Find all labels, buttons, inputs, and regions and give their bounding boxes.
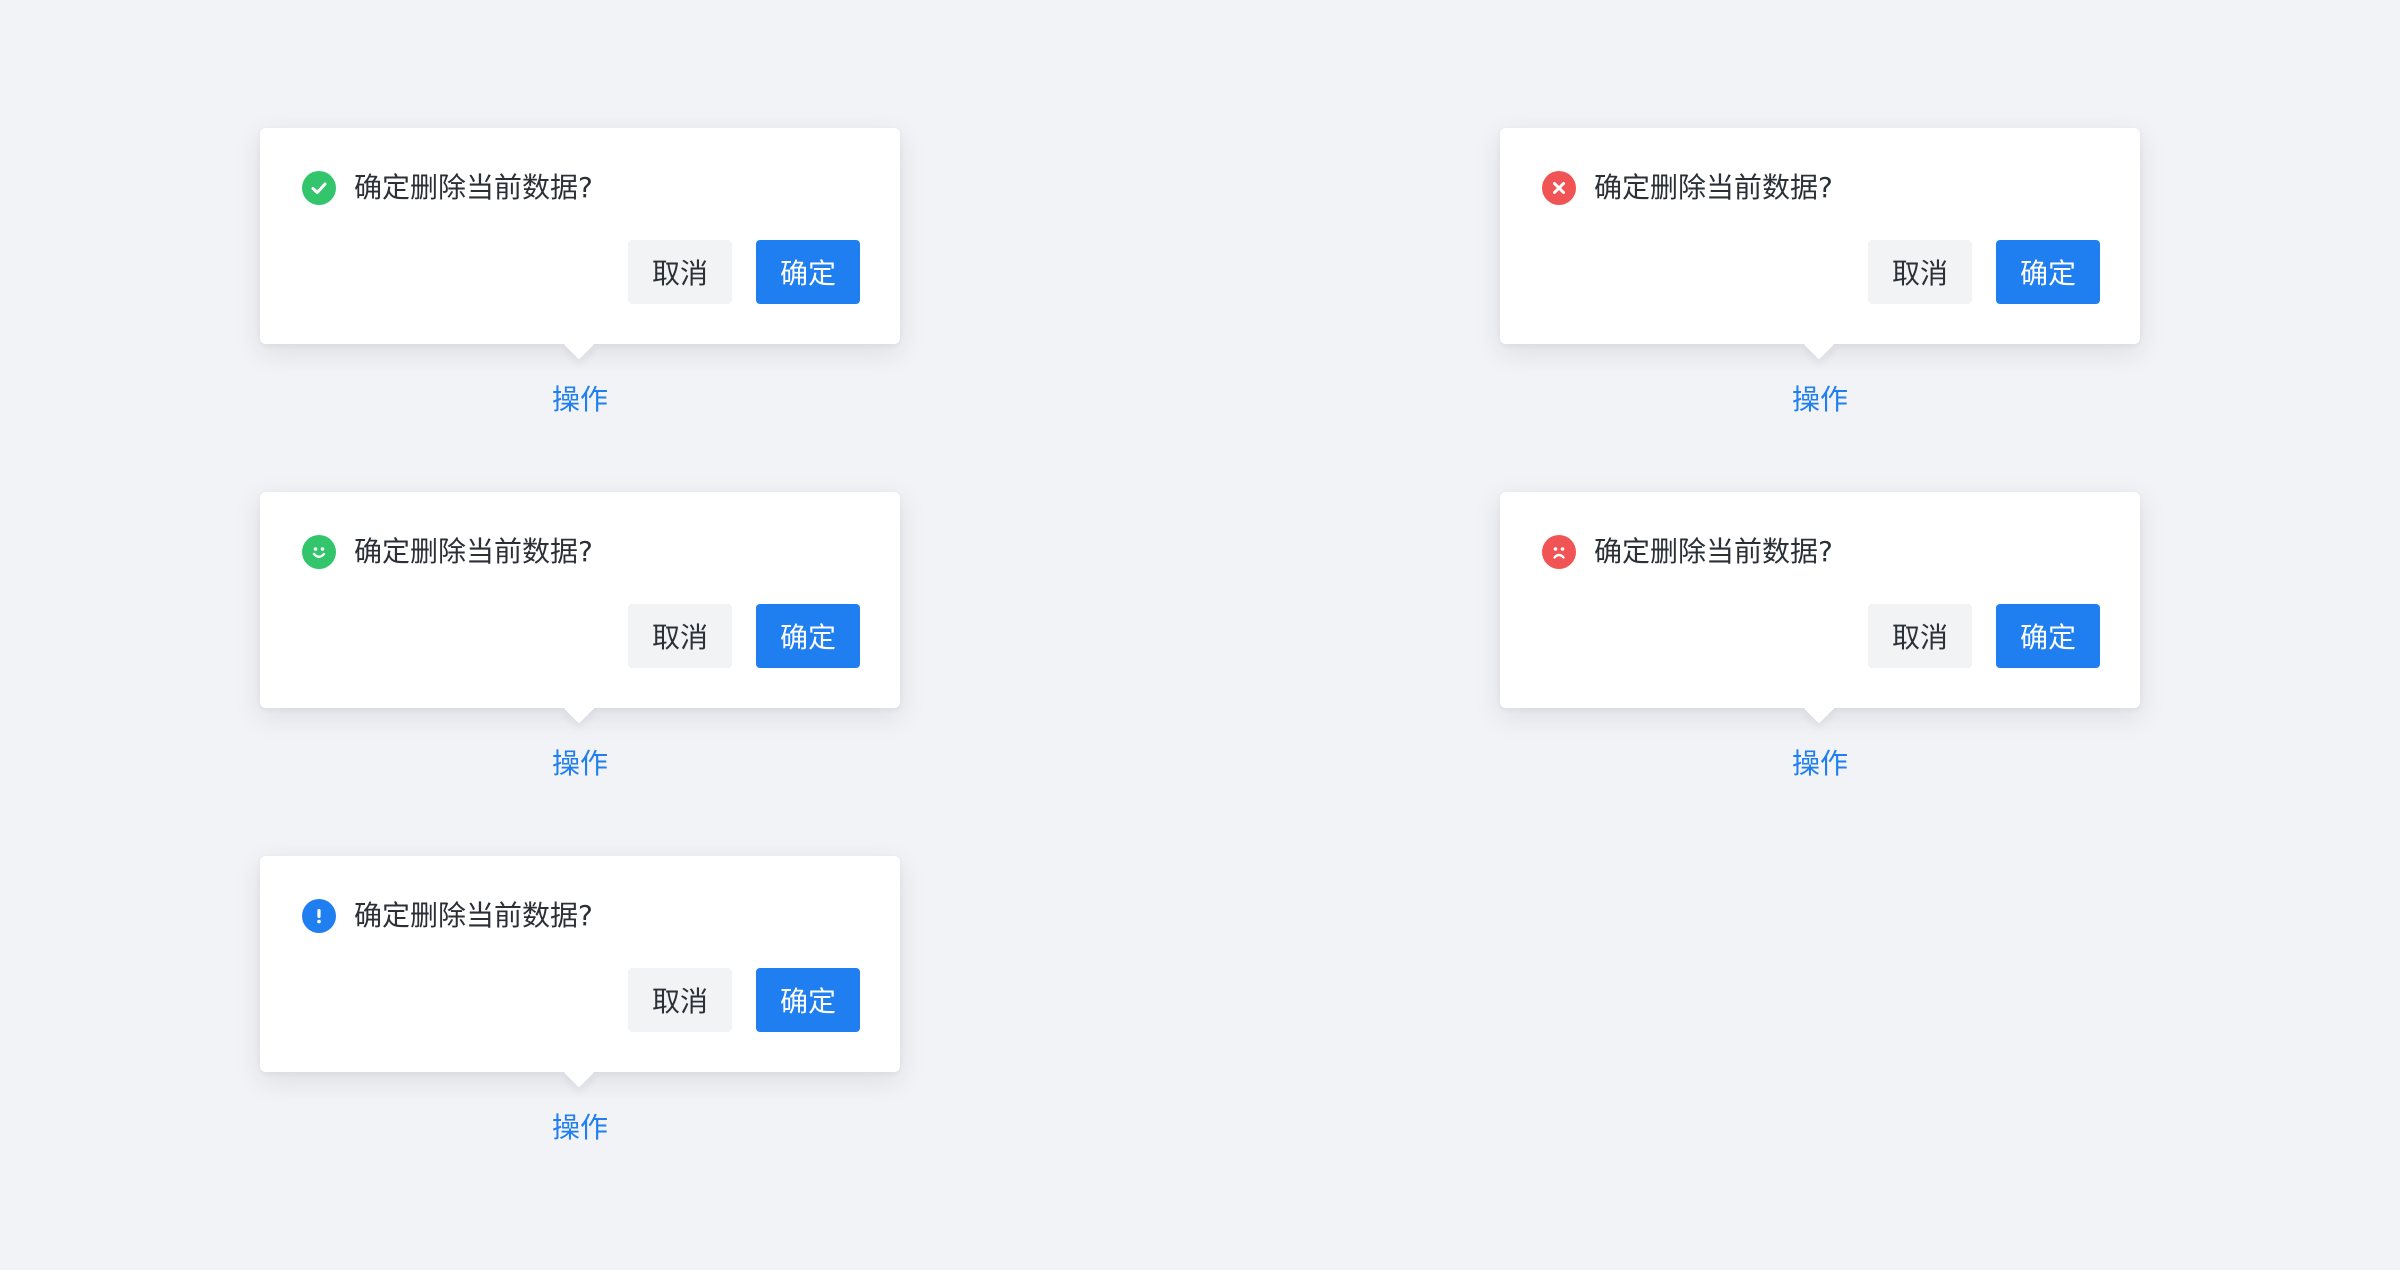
popover-arrow xyxy=(1803,692,1835,724)
popconfirm-info-exclamation: 确定删除当前数据? 取消 确定 操作 xyxy=(260,856,900,1144)
popconfirm-success-check: 确定删除当前数据? 取消 确定 操作 xyxy=(260,128,900,416)
popconfirm-content: 确定删除当前数据? xyxy=(1542,532,1833,572)
popconfirm-actions: 取消 确定 xyxy=(1868,604,2100,668)
popconfirm-message: 确定删除当前数据? xyxy=(1594,535,1833,568)
cancel-button[interactable]: 取消 xyxy=(1868,240,1972,304)
confirm-button[interactable]: 确定 xyxy=(756,240,860,304)
cancel-button[interactable]: 取消 xyxy=(628,604,732,668)
popconfirm-content: 确定删除当前数据? xyxy=(302,532,593,572)
popconfirm-message: 确定删除当前数据? xyxy=(354,899,593,932)
popconfirm-success-smile: 确定删除当前数据? 取消 确定 操作 xyxy=(260,492,900,780)
popconfirm-actions: 取消 确定 xyxy=(628,604,860,668)
popconfirm-actions: 取消 确定 xyxy=(628,968,860,1032)
popover-arrow xyxy=(563,1056,595,1088)
popover-arrow xyxy=(563,328,595,360)
popconfirm-error-frown: 确定删除当前数据? 取消 确定 操作 xyxy=(1500,492,2140,780)
check-circle-icon xyxy=(302,171,336,205)
popconfirm-message: 确定删除当前数据? xyxy=(354,535,593,568)
popconfirm-content: 确定删除当前数据? xyxy=(302,168,593,208)
confirm-button[interactable]: 确定 xyxy=(756,604,860,668)
popconfirm-panel: 确定删除当前数据? 取消 确定 xyxy=(1500,128,2140,360)
exclamation-circle-icon xyxy=(302,899,336,933)
confirm-button[interactable]: 确定 xyxy=(1996,240,2100,304)
popconfirm-panel: 确定删除当前数据? 取消 确定 xyxy=(260,492,900,724)
confirm-button[interactable]: 确定 xyxy=(756,968,860,1032)
cancel-button[interactable]: 取消 xyxy=(628,240,732,304)
popover-arrow xyxy=(563,692,595,724)
operation-trigger-link[interactable]: 操作 xyxy=(260,380,900,420)
cancel-button[interactable]: 取消 xyxy=(628,968,732,1032)
popover-arrow xyxy=(1803,328,1835,360)
close-circle-icon xyxy=(1542,171,1576,205)
popconfirm-panel: 确定删除当前数据? 取消 确定 xyxy=(260,856,900,1088)
smile-icon xyxy=(302,535,336,569)
frown-icon xyxy=(1542,535,1576,569)
popconfirm-message: 确定删除当前数据? xyxy=(1594,171,1833,204)
popconfirm-error-close: 确定删除当前数据? 取消 确定 操作 xyxy=(1500,128,2140,416)
operation-trigger-link[interactable]: 操作 xyxy=(1500,744,2140,784)
popconfirm-content: 确定删除当前数据? xyxy=(1542,168,1833,208)
popconfirm-actions: 取消 确定 xyxy=(1868,240,2100,304)
popconfirm-panel: 确定删除当前数据? 取消 确定 xyxy=(1500,492,2140,724)
operation-trigger-link[interactable]: 操作 xyxy=(260,1108,900,1148)
operation-trigger-link[interactable]: 操作 xyxy=(260,744,900,784)
popconfirm-actions: 取消 确定 xyxy=(628,240,860,304)
confirm-button[interactable]: 确定 xyxy=(1996,604,2100,668)
popconfirm-content: 确定删除当前数据? xyxy=(302,896,593,936)
popconfirm-panel: 确定删除当前数据? 取消 确定 xyxy=(260,128,900,360)
cancel-button[interactable]: 取消 xyxy=(1868,604,1972,668)
popconfirm-message: 确定删除当前数据? xyxy=(354,171,593,204)
operation-trigger-link[interactable]: 操作 xyxy=(1500,380,2140,420)
